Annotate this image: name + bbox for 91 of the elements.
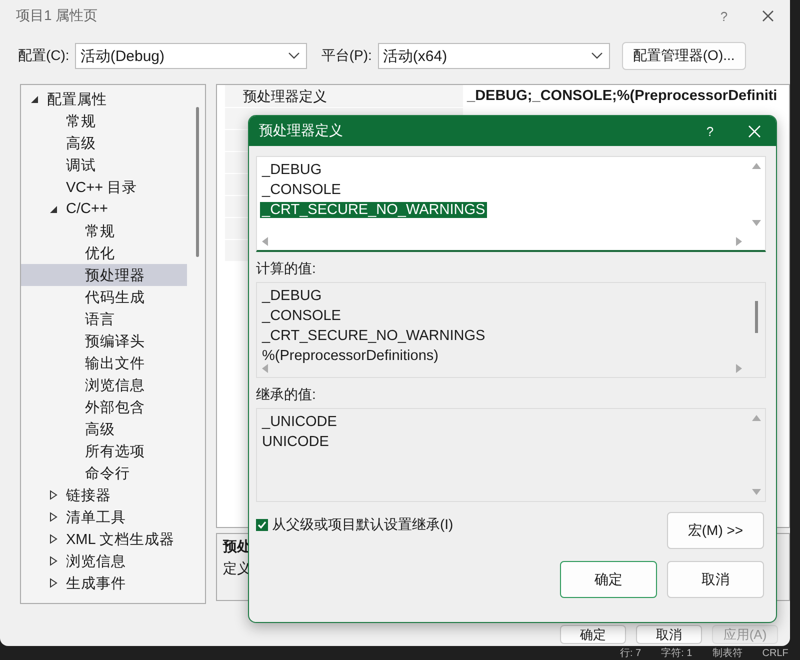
tree-item-label: 输出文件 — [85, 354, 145, 372]
window-title: 项目1 属性页 — [16, 7, 99, 25]
config-label: 配置(C): — [18, 47, 70, 65]
tree-item[interactable]: 常规 — [21, 220, 187, 242]
collapsed-arrow-icon[interactable] — [48, 490, 58, 500]
status-item: 字符: 1 — [661, 648, 692, 660]
tree-item[interactable]: 预编译头 — [21, 330, 187, 352]
tree-item[interactable]: 常规 — [21, 110, 187, 132]
tree-item-label: 链接器 — [66, 486, 111, 504]
status-item: 制表符 — [712, 648, 742, 660]
dialog-button[interactable]: 确定 — [560, 625, 626, 644]
tree-item[interactable]: 外部包含 — [21, 396, 187, 418]
tree-item[interactable]: 高级 — [21, 132, 187, 154]
tree-item-label: 所有选项 — [85, 442, 145, 460]
tree-item-label: 优化 — [85, 244, 115, 262]
tree-item-label: 调试 — [66, 156, 96, 174]
tree-item-label: 语言 — [85, 310, 115, 328]
platform-label: 平台(P): — [321, 47, 372, 65]
inherited-values-label: 继承的值: — [256, 386, 316, 404]
property-name: 预处理器定义 — [243, 87, 328, 106]
collapsed-arrow-icon[interactable] — [48, 534, 58, 544]
tree-item[interactable]: 高级 — [21, 418, 187, 440]
tree-item[interactable]: 浏览信息 — [21, 550, 187, 572]
tree-item[interactable]: 链接器 — [21, 484, 187, 506]
tree-item-label: 常规 — [85, 222, 115, 240]
tree-item-label: 预处理器 — [85, 266, 145, 284]
collapsed-arrow-icon[interactable] — [48, 578, 58, 588]
tree-item[interactable]: 所有选项 — [21, 440, 187, 462]
close-icon — [761, 9, 775, 23]
dialog-title: 预处理器定义 — [259, 122, 344, 140]
tree-item-label: 清单工具 — [66, 508, 126, 526]
computed-line: _CRT_SECURE_NO_WARNINGS — [260, 328, 486, 344]
computed-line: %(PreprocessorDefinitions) — [261, 348, 440, 364]
status-item: CRLF — [762, 648, 788, 660]
help-button[interactable]: ? — [702, 1, 746, 31]
status-item: 行: 7 — [620, 648, 642, 660]
tree-item-label: 高级 — [66, 134, 96, 152]
tree-item-label: 生成事件 — [66, 574, 126, 592]
definition-line: _DEBUG — [260, 162, 323, 178]
chevron-down-icon — [288, 52, 300, 60]
expanded-arrow-icon[interactable] — [30, 94, 38, 104]
close-icon — [748, 124, 760, 138]
collapsed-arrow-icon[interactable] — [48, 556, 58, 566]
tree-item[interactable]: 浏览信息 — [21, 374, 187, 396]
tree-item[interactable]: 优化 — [21, 242, 187, 264]
tree-item-label: 预编译头 — [85, 332, 145, 350]
cancel-button[interactable]: 取消 — [667, 561, 764, 598]
tree-item-label: 命令行 — [85, 464, 130, 482]
tree-item-label: 浏览信息 — [66, 552, 126, 570]
tree-item-label: 高级 — [85, 420, 115, 438]
scrollbar-thumb[interactable] — [196, 107, 199, 257]
tree-item[interactable]: 预处理器 — [21, 264, 187, 286]
checkbox[interactable] — [256, 519, 268, 531]
inherited-line: _UNICODE — [260, 414, 338, 430]
tree-item-label: 外部包含 — [85, 398, 145, 416]
tree-item[interactable]: 生成事件 — [21, 572, 187, 594]
inherited-line: UNICODE — [261, 434, 330, 450]
chevron-down-icon — [590, 52, 603, 60]
computed-line: _DEBUG — [260, 288, 323, 304]
config-manager-button[interactable]: 配置管理器(O)... — [622, 42, 746, 70]
tree-item-label: 常规 — [66, 112, 96, 130]
tree-item-label: 配置属性 — [47, 90, 107, 108]
tree-item[interactable]: 语言 — [21, 308, 187, 330]
tree-item[interactable]: 命令行 — [21, 462, 187, 484]
tree-item[interactable]: 配置属性 — [21, 88, 187, 110]
tree-item-label: C/C++ — [66, 201, 108, 217]
property-value: _DEBUG;_CONSOLE;%(PreprocessorDefiniti — [466, 88, 778, 104]
check-icon — [257, 520, 267, 530]
tree-item-label: 代码生成 — [85, 288, 145, 306]
definition-line: _CONSOLE — [260, 182, 342, 198]
config-dropdown[interactable]: 活动(Debug) — [75, 43, 308, 69]
tree-item-label: XML 文档生成器 — [66, 530, 174, 548]
tree-item-label: VC++ 目录 — [66, 178, 138, 196]
tree-item[interactable]: 代码生成 — [21, 286, 187, 308]
collapsed-arrow-icon[interactable] — [48, 512, 58, 522]
platform-dropdown[interactable]: 活动(x64) — [378, 43, 610, 69]
macro-button[interactable]: 宏(M) >> — [667, 512, 764, 549]
tree-item[interactable]: VC++ 目录 — [21, 176, 187, 198]
computed-values-label: 计算的值: — [256, 260, 316, 278]
tree-item[interactable]: XML 文档生成器 — [21, 528, 187, 550]
computed-line: _CONSOLE — [260, 308, 342, 324]
tree-item[interactable]: 输出文件 — [21, 352, 187, 374]
tree-item-label: 浏览信息 — [85, 376, 145, 394]
expanded-arrow-icon[interactable] — [48, 204, 58, 214]
tree-item[interactable]: 调试 — [21, 154, 187, 176]
dialog-button[interactable]: 取消 — [636, 625, 702, 644]
help-button[interactable]: ? — [688, 116, 732, 146]
scrollbar-thumb[interactable] — [755, 301, 758, 333]
tree-item[interactable]: C/C++ — [21, 198, 187, 220]
ok-button[interactable]: 确定 — [560, 561, 657, 598]
tree-item[interactable]: 清单工具 — [21, 506, 187, 528]
